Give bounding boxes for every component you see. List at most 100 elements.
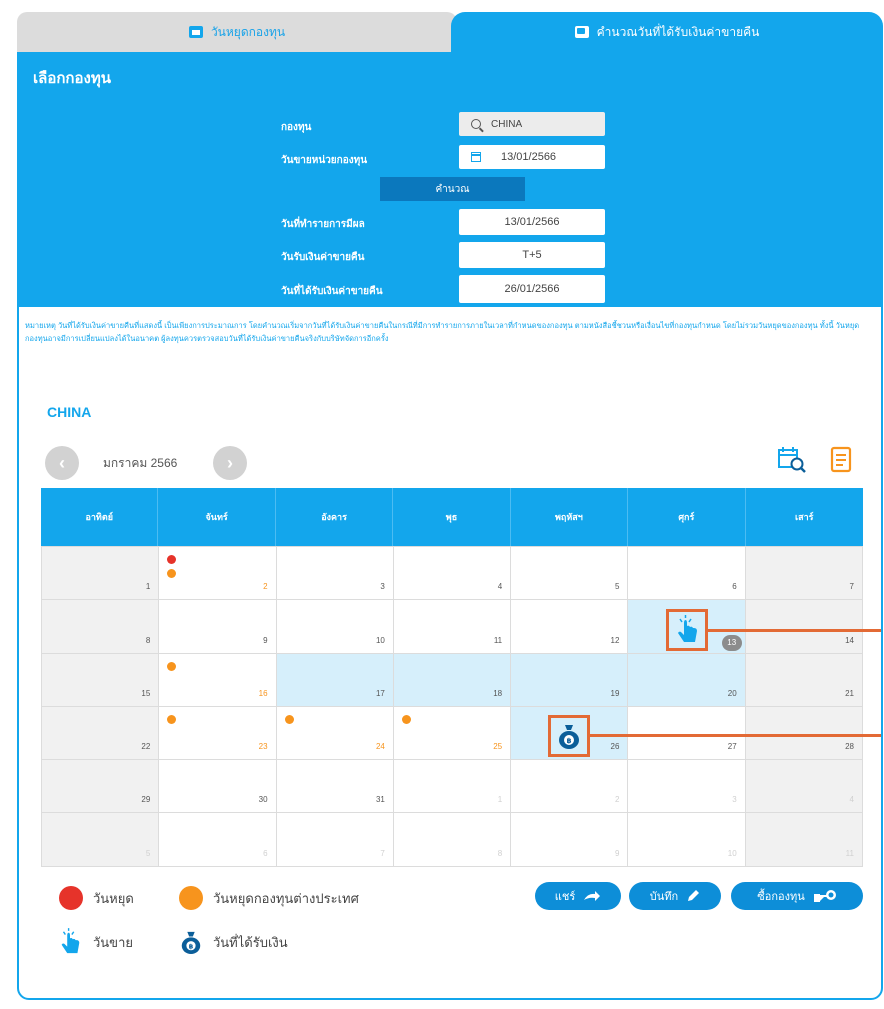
foreign-holiday-dot (401, 714, 411, 724)
day-number: 18 (493, 688, 503, 698)
calendar-grid: 1 2 3 4 5 6 7 8 9 10 11 12 13 14 15 16 17 18 19 20 21 22 23 24 2… (41, 546, 863, 867)
day-number: 14 (845, 635, 854, 645)
weekday-header: พฤหัสฯ (511, 488, 629, 546)
holiday-dot (167, 555, 177, 564)
prev-month-button[interactable]: ‹ (45, 446, 79, 480)
tab-redemption-calculator[interactable]: คำนวณวันที่ได้รับเงินค่าขายคืน (451, 12, 883, 52)
day-number: 8 (497, 848, 503, 858)
sell-date-label: วันขายหน่วยกองทุน (281, 155, 368, 166)
calendar-day-cell[interactable]: 25 (393, 706, 512, 761)
calendar-day-cell[interactable]: 9 (159, 600, 277, 654)
calendar-day-cell[interactable]: 3 (628, 760, 746, 814)
day-number: 4 (497, 582, 503, 592)
calendar-day-cell[interactable]: 7 (276, 813, 394, 867)
calendar-day-cell[interactable]: 2 (159, 547, 277, 601)
hand-pointer-icon (678, 615, 697, 642)
day-number: 1 (145, 582, 151, 592)
calendar-day-cell[interactable]: 10 (276, 600, 394, 654)
calendar-icon (574, 26, 589, 38)
fund-search-input[interactable]: CHINA (459, 112, 605, 136)
legend-receive-day: ฿ วันที่ได้รับเงิน (179, 928, 288, 956)
calendar-day-cell[interactable]: 23 (159, 706, 277, 761)
buy-fund-button[interactable]: ซื้อกองทุน (731, 882, 863, 910)
fund-label: กองทุน (281, 122, 312, 133)
calendar-day-cell[interactable]: 18 (393, 653, 512, 707)
svg-text:฿: ฿ (567, 737, 572, 745)
day-number: 3 (380, 582, 385, 592)
calendar-day-cell[interactable]: 6 (159, 813, 277, 867)
hand-money-icon (813, 890, 836, 902)
foreign-holiday-dot (167, 714, 177, 724)
calendar-day-cell[interactable]: 8 (393, 813, 512, 867)
day-number: 31 (375, 795, 385, 805)
pencil-icon (688, 890, 700, 901)
calendar-day-cell[interactable]: 15 (42, 653, 160, 707)
day-number: 12 (610, 635, 620, 645)
calendar-day-cell[interactable]: 20 (628, 653, 746, 707)
weekday-header: อังคาร (276, 488, 394, 546)
day-number: 6 (263, 848, 268, 858)
foreign-holiday-dot (167, 661, 177, 671)
calendar-day-cell[interactable]: 21 (745, 653, 863, 707)
chevron-right-icon: › (227, 453, 233, 473)
receive-date-label: วันที่ได้รับเงินค่าขายคืน (281, 286, 383, 297)
calendar-day-cell[interactable]: 29 (42, 760, 160, 814)
calendar-day-cell[interactable]: 4 (745, 760, 863, 814)
day-number: 7 (849, 582, 854, 592)
legend-sell-day: วันขาย (57, 928, 133, 956)
calendar-day-cell[interactable]: 1 (42, 547, 160, 601)
day-number: 30 (258, 795, 268, 805)
calendar-day-cell[interactable]: 11 (745, 813, 863, 867)
sell-date-input[interactable]: 13/01/2566 (459, 145, 605, 169)
tab-label: คำนวณวันที่ได้รับเงินค่าขายคืน (596, 24, 760, 39)
calendar-day-cell[interactable]: 22 (42, 706, 160, 761)
calendar-day-cell[interactable]: 10 (628, 813, 746, 867)
calendar-search-icon[interactable] (777, 446, 807, 474)
calendar-day-cell[interactable]: 5 (42, 813, 160, 867)
share-button[interactable]: แชร์ (535, 882, 621, 910)
document-icon[interactable] (827, 446, 857, 474)
day-number: 5 (145, 848, 151, 858)
calendar-day-cell[interactable]: 31 (276, 760, 394, 814)
calendar-day-cell[interactable]: 14 (745, 600, 863, 654)
receive-period-field: T+5 (459, 242, 605, 268)
calendar-day-cell[interactable]: 2 (511, 760, 629, 814)
day-number: 5 (614, 582, 620, 592)
calendar-day-cell[interactable]: 4 (393, 547, 512, 601)
calculate-button[interactable]: คำนวณ (380, 177, 525, 201)
calendar-day-cell[interactable]: 3 (276, 547, 394, 601)
calendar-day-cell[interactable]: 30 (159, 760, 277, 814)
buy-label: ซื้อกองทุน (757, 891, 805, 903)
order-date-value: 13/01/2566 (504, 216, 560, 228)
hand-pointer-icon (61, 928, 80, 954)
day-number: 24 (375, 742, 385, 752)
day-number: 7 (380, 848, 385, 858)
calendar-day-cell[interactable]: 12 (511, 600, 629, 654)
calendar-header: อาทิตย์ จันทร์ อังคาร พุธ พฤหัสฯ ศุกร์ เ… (41, 488, 863, 546)
calendar-day-cell[interactable]: 11 (393, 600, 512, 654)
calendar-day-cell[interactable]: 8 (42, 600, 160, 654)
calendar-day-cell[interactable]: 17 (276, 653, 394, 707)
calendar-day-cell[interactable]: 19 (511, 653, 629, 707)
calendar-day-cell[interactable]: 9 (511, 813, 629, 867)
day-number: 1 (497, 795, 503, 805)
order-date-field: 13/01/2566 (459, 209, 605, 235)
save-button[interactable]: บันทึก (629, 882, 721, 910)
search-icon (471, 119, 481, 129)
calendar-day-cell[interactable]: 24 (276, 706, 394, 761)
form-title: เลือกกองทุน (33, 70, 111, 87)
calendar-day-cell[interactable]: 6 (628, 547, 746, 601)
day-number: 10 (375, 635, 385, 645)
legend-foreign-holiday-label: วันหยุดกองทุนต่างประเทศ (213, 890, 359, 906)
tab-fund-holidays[interactable]: วันหยุดกองทุน (17, 12, 457, 52)
calendar-icon (471, 152, 481, 162)
share-arrow-icon (584, 891, 601, 901)
calendar-day-cell[interactable]: 7 (745, 547, 863, 601)
calendar-day-cell[interactable]: 1 (393, 760, 512, 814)
legend-receive-day-label: วันที่ได้รับเงิน (213, 934, 288, 950)
next-month-button[interactable]: › (213, 446, 247, 480)
day-number: 17 (375, 688, 385, 698)
calendar-day-cell[interactable]: 5 (511, 547, 629, 601)
calendar-day-cell[interactable]: 16 (159, 653, 277, 707)
day-number: 11 (845, 848, 854, 858)
